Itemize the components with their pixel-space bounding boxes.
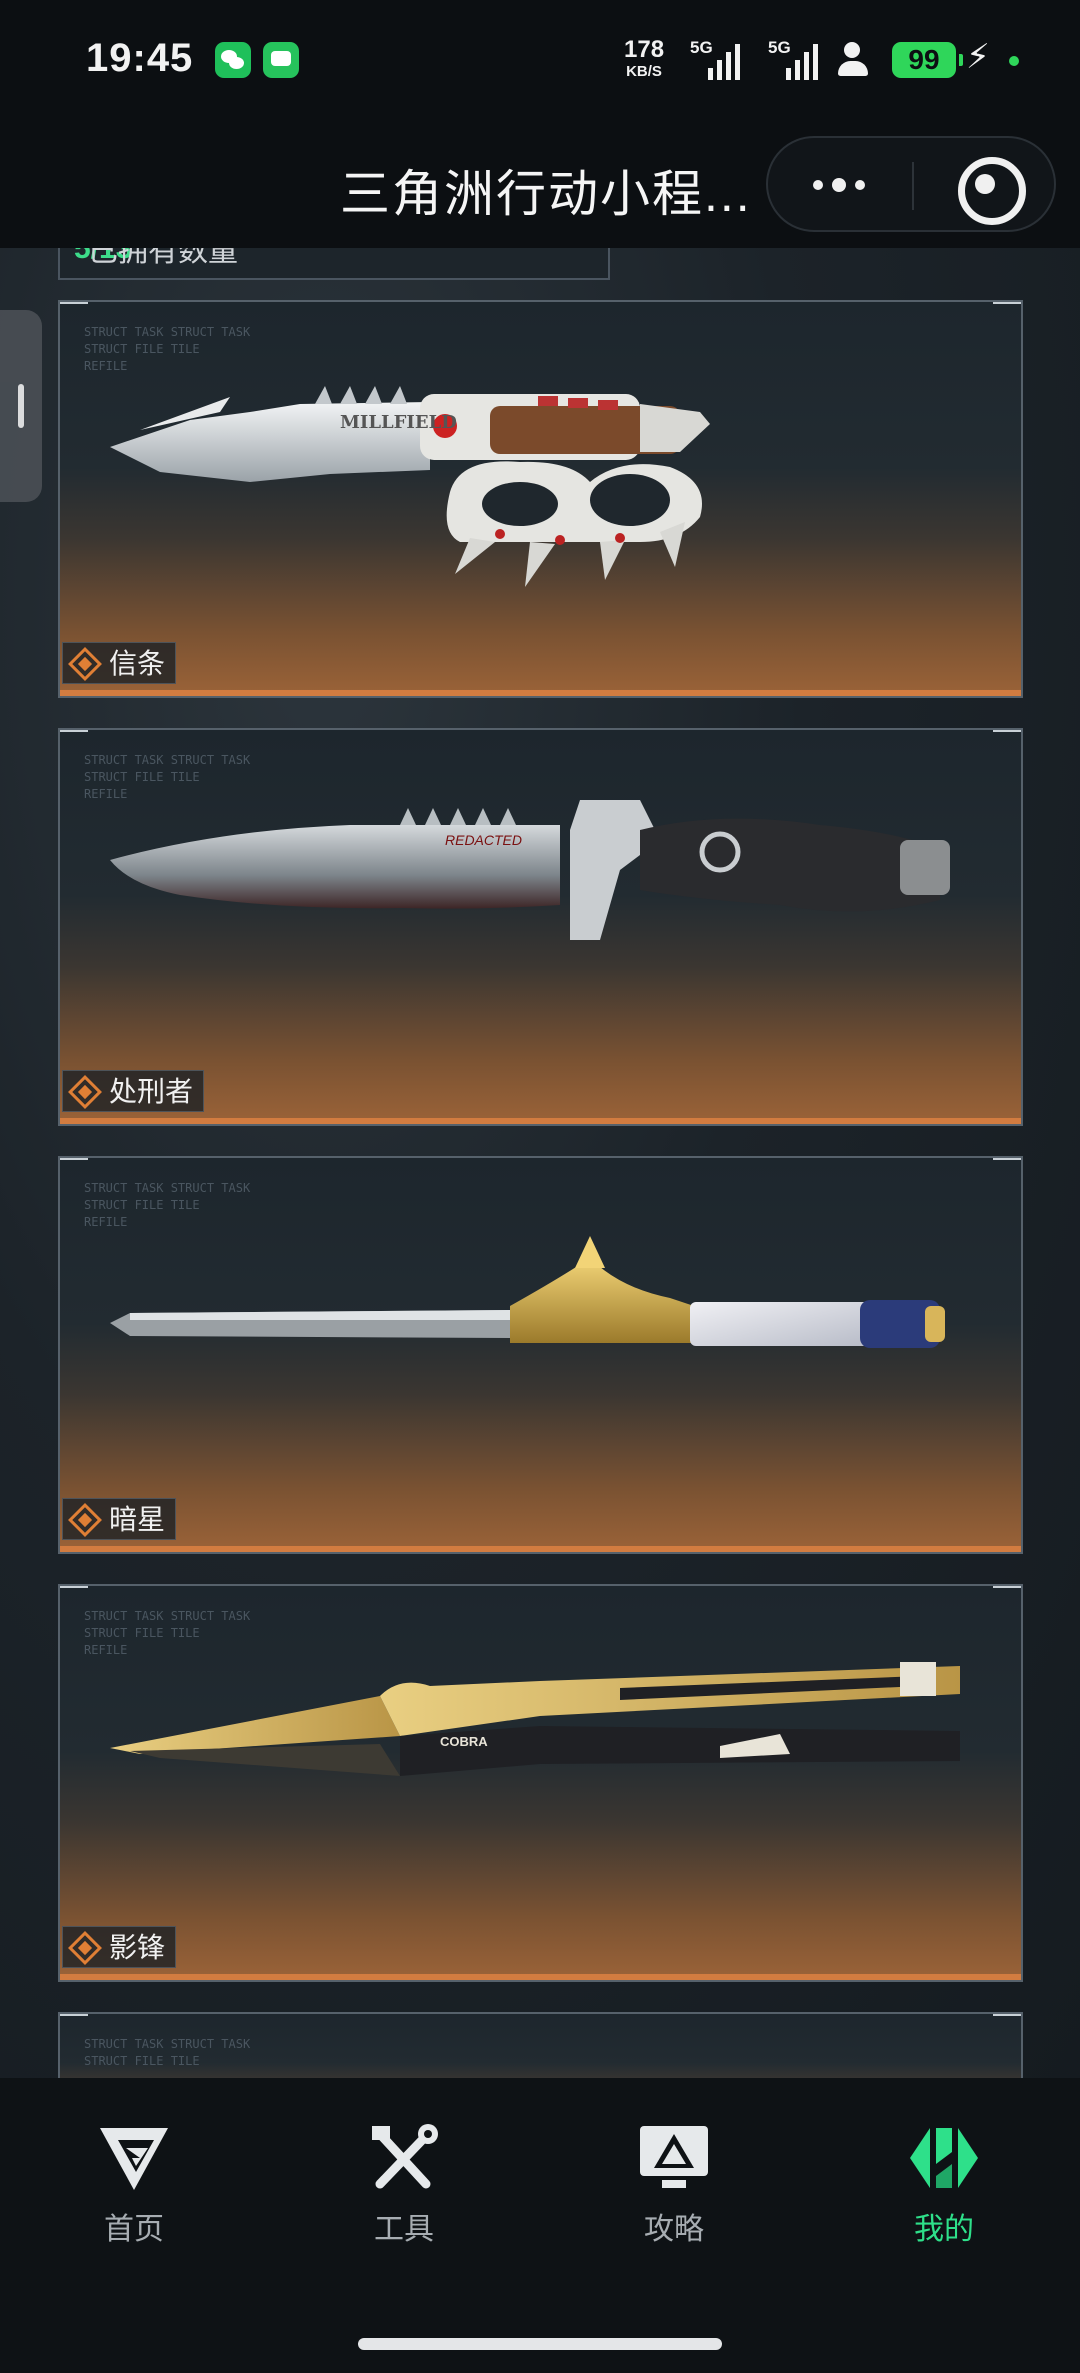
svg-text:REDACTED: REDACTED — [445, 832, 522, 848]
signal-icon: 5G — [690, 38, 746, 80]
more-dots-icon — [813, 180, 823, 190]
item-card[interactable]: STRUCT TASK STRUCT TASK STRUCT FILE TILE… — [58, 300, 1023, 698]
combat-knife-image: REDACTED — [110, 800, 950, 940]
me-logo-icon — [910, 2128, 978, 2188]
collection-list[interactable]: 已拥有数量 5/13 STRUCT TASK STRUCT TASK STRUC… — [0, 248, 1080, 2078]
battery-indicator: 99 — [892, 42, 963, 78]
miniprogram-capsule — [766, 136, 1056, 232]
guide-monitor-icon — [640, 2126, 708, 2188]
rarity-diamond-icon — [68, 1931, 102, 1965]
stiletto-knife-image — [110, 1236, 945, 1348]
tools-icon — [372, 2124, 438, 2189]
person-icon — [836, 42, 878, 76]
home-indicator[interactable] — [358, 2338, 722, 2350]
network-speed: 178 KB/S — [624, 36, 665, 80]
rarity-diamond-icon — [68, 1503, 102, 1537]
status-bar: 19:45 178 KB/S 5G 5G 99 ⚡ — [0, 0, 1080, 120]
item-card[interactable]: STRUCT TASK STRUCT TASK STRUCT FILE TILE… — [58, 728, 1023, 1126]
charging-icon: ⚡ — [966, 38, 990, 76]
title-bar: 三角洲行动小程... — [0, 120, 1080, 248]
item-name-tag: 暗星 — [62, 1498, 177, 1540]
status-time: 19:45 — [86, 36, 194, 80]
item-name-tag: 影锋 — [62, 1926, 177, 1968]
item-name-tag: 处刑者 — [62, 1070, 205, 1112]
close-miniprogram-button[interactable] — [914, 138, 1058, 230]
item-card[interactable]: STRUCT TASK STRUCT TASK STRUCT FILE TILE — [58, 2012, 1023, 2078]
item-card[interactable]: STRUCT TASK STRUCT TASK STRUCT FILE TILE… — [58, 1584, 1023, 1982]
wechat-icon — [215, 42, 251, 78]
nav-item-me[interactable]: 我的 — [844, 2122, 1044, 2248]
butterfly-knife-image: COBRA — [110, 1662, 960, 1776]
rarity-diamond-icon — [68, 1075, 102, 1109]
rarity-diamond-icon — [68, 647, 102, 681]
side-drawer-handle[interactable] — [0, 310, 42, 502]
svg-text:MILLFIELD: MILLFIELD — [340, 412, 457, 433]
more-button[interactable] — [768, 138, 912, 230]
page-title: 三角洲行动小程... — [340, 166, 752, 222]
bottom-nav: 首页 工具 攻略 我的 — [0, 2078, 1080, 2373]
knife-knuckle-image: MILLFIELD — [110, 386, 710, 587]
nav-item-tools[interactable]: 工具 — [304, 2122, 504, 2248]
nav-item-home[interactable]: 首页 — [34, 2122, 234, 2248]
item-card[interactable]: STRUCT TASK STRUCT TASK STRUCT FILE TILE… — [58, 1156, 1023, 1554]
status-dot — [1009, 56, 1019, 66]
item-name-tag: 信条 — [62, 642, 177, 684]
nav-item-guide[interactable]: 攻略 — [574, 2122, 774, 2248]
owned-count-bar: 已拥有数量 5/13 — [58, 248, 610, 280]
signal-icon: 5G — [768, 38, 824, 80]
message-icon — [263, 42, 299, 78]
home-logo-icon — [100, 2128, 168, 2190]
svg-text:COBRA: COBRA — [440, 1734, 488, 1749]
